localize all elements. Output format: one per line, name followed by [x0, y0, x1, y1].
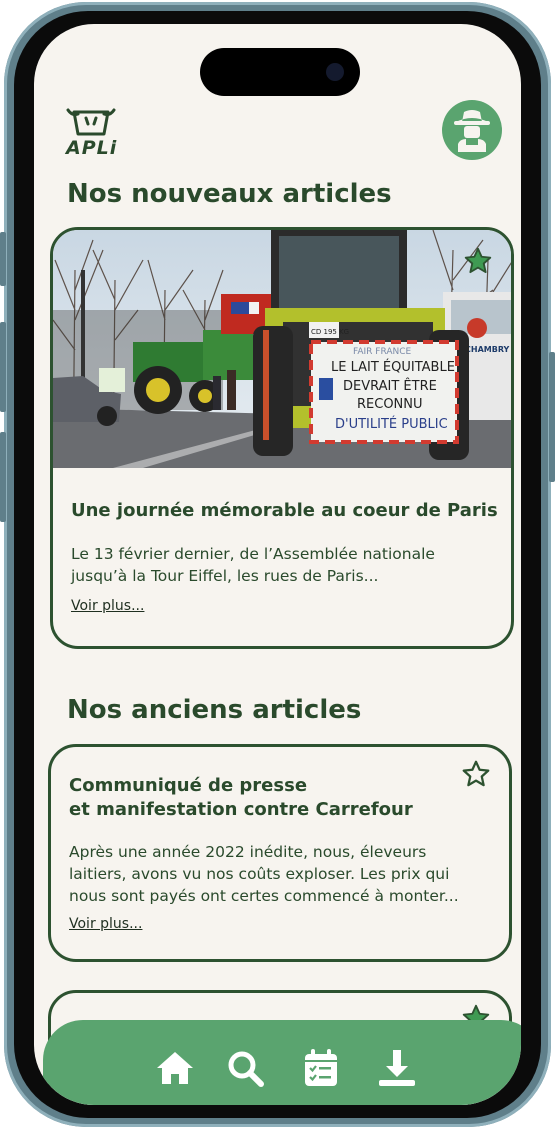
screen: APLi Nos nouveaux articles CHAMBRY CD 19…	[34, 24, 521, 1105]
dynamic-island	[200, 48, 360, 96]
article-title: et manifestation contre Carrefour	[69, 799, 413, 820]
favorite-star-icon[interactable]	[463, 246, 493, 276]
section-title-old: Nos anciens articles	[67, 695, 362, 725]
bezel: APLi Nos nouveaux articles CHAMBRY CD 19…	[14, 11, 541, 1118]
sign-text: LE LAIT ÉQUITABLE	[331, 359, 455, 375]
article-card[interactable]: Communiqué de presse et manifestation co…	[48, 744, 512, 962]
article-title: Communiqué de presse	[69, 775, 308, 796]
truck-text: CHAMBRY	[465, 345, 510, 354]
article-title: Une journée mémorable au coeur de Paris	[71, 500, 498, 521]
side-button	[0, 432, 6, 522]
sign-text: DEVRAIT ÊTRE	[343, 378, 437, 394]
profile-button[interactable]	[442, 100, 502, 160]
see-more-link[interactable]: Voir plus...	[69, 916, 142, 932]
sign-text: RECONNU	[357, 397, 423, 412]
article-excerpt: laitiers, avons vu nos coûts exploser. L…	[69, 865, 450, 883]
see-more-link[interactable]: Voir plus...	[71, 598, 144, 614]
side-button	[549, 352, 555, 482]
search-icon[interactable]	[225, 1048, 265, 1088]
article-excerpt: Le 13 février dernier, de l’Assemblée na…	[71, 545, 435, 563]
home-icon[interactable]	[155, 1048, 195, 1088]
article-excerpt: jusqu’à la Tour Eiffel, les rues de Pari…	[71, 567, 379, 585]
featured-article-card[interactable]: CHAMBRY CD 195 KG FAIR FRANCE LE LAIT ÉQ…	[50, 227, 514, 649]
article-excerpt: Après une année 2022 inédite, nous, élev…	[69, 843, 427, 861]
download-icon[interactable]	[377, 1048, 417, 1088]
article-image: CHAMBRY CD 195 KG FAIR FRANCE LE LAIT ÉQ…	[53, 230, 511, 468]
phone-frame: APLi Nos nouveaux articles CHAMBRY CD 19…	[0, 2, 555, 1127]
sign-text: D'UTILITÉ PUBLIC	[335, 416, 448, 432]
calendar-check-icon[interactable]	[301, 1048, 341, 1088]
plate-text: CD 195 KG	[311, 328, 349, 336]
favorite-star-outline-icon[interactable]	[461, 759, 491, 789]
logo-text: APLi	[66, 137, 118, 159]
sign-text: FAIR FRANCE	[353, 347, 412, 357]
article-excerpt: nous sont payés ont certes commencé à mo…	[69, 887, 459, 905]
bottom-navigation	[43, 1020, 521, 1105]
farmer-avatar-icon	[454, 110, 490, 152]
section-title-new: Nos nouveaux articles	[67, 179, 392, 209]
side-button	[0, 232, 6, 286]
side-button	[0, 322, 6, 412]
